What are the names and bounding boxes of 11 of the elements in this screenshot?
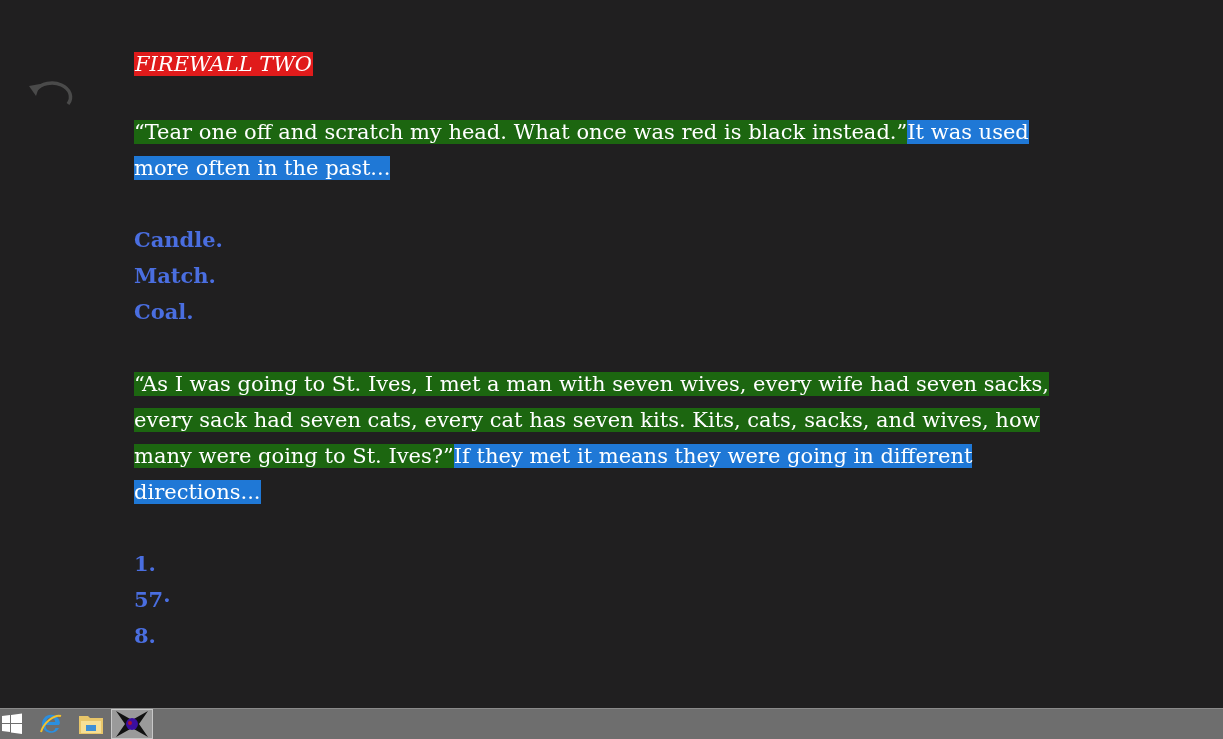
- riddle-paragraph: “Tear one off and scratch my head. What once was red is black instead.”It was used more often in the past...: [134, 119, 1030, 182]
- answer-option: Candle.: [134, 222, 1083, 258]
- page-title: FIREWALL TWO: [134, 52, 314, 76]
- answer-option: 1.: [134, 546, 1083, 582]
- riddle-paragraph: “As I was going to St. Ives, I met a man with seven wives, every wife had seven sacks, every sack had seven cats, every cat has seven kits. Kits, cats, sacks, and wives, how many were going to St. Ives?”If they met it means they were going in different directions...: [134, 371, 1051, 506]
- windows-start-icon[interactable]: [1, 713, 23, 735]
- undo-icon[interactable]: [26, 80, 74, 108]
- answer-option: Match.: [134, 258, 1083, 294]
- answer-option: 8.: [134, 618, 1083, 654]
- answer-option: 57·: [134, 582, 1083, 618]
- answer-option: Coal.: [134, 294, 1083, 330]
